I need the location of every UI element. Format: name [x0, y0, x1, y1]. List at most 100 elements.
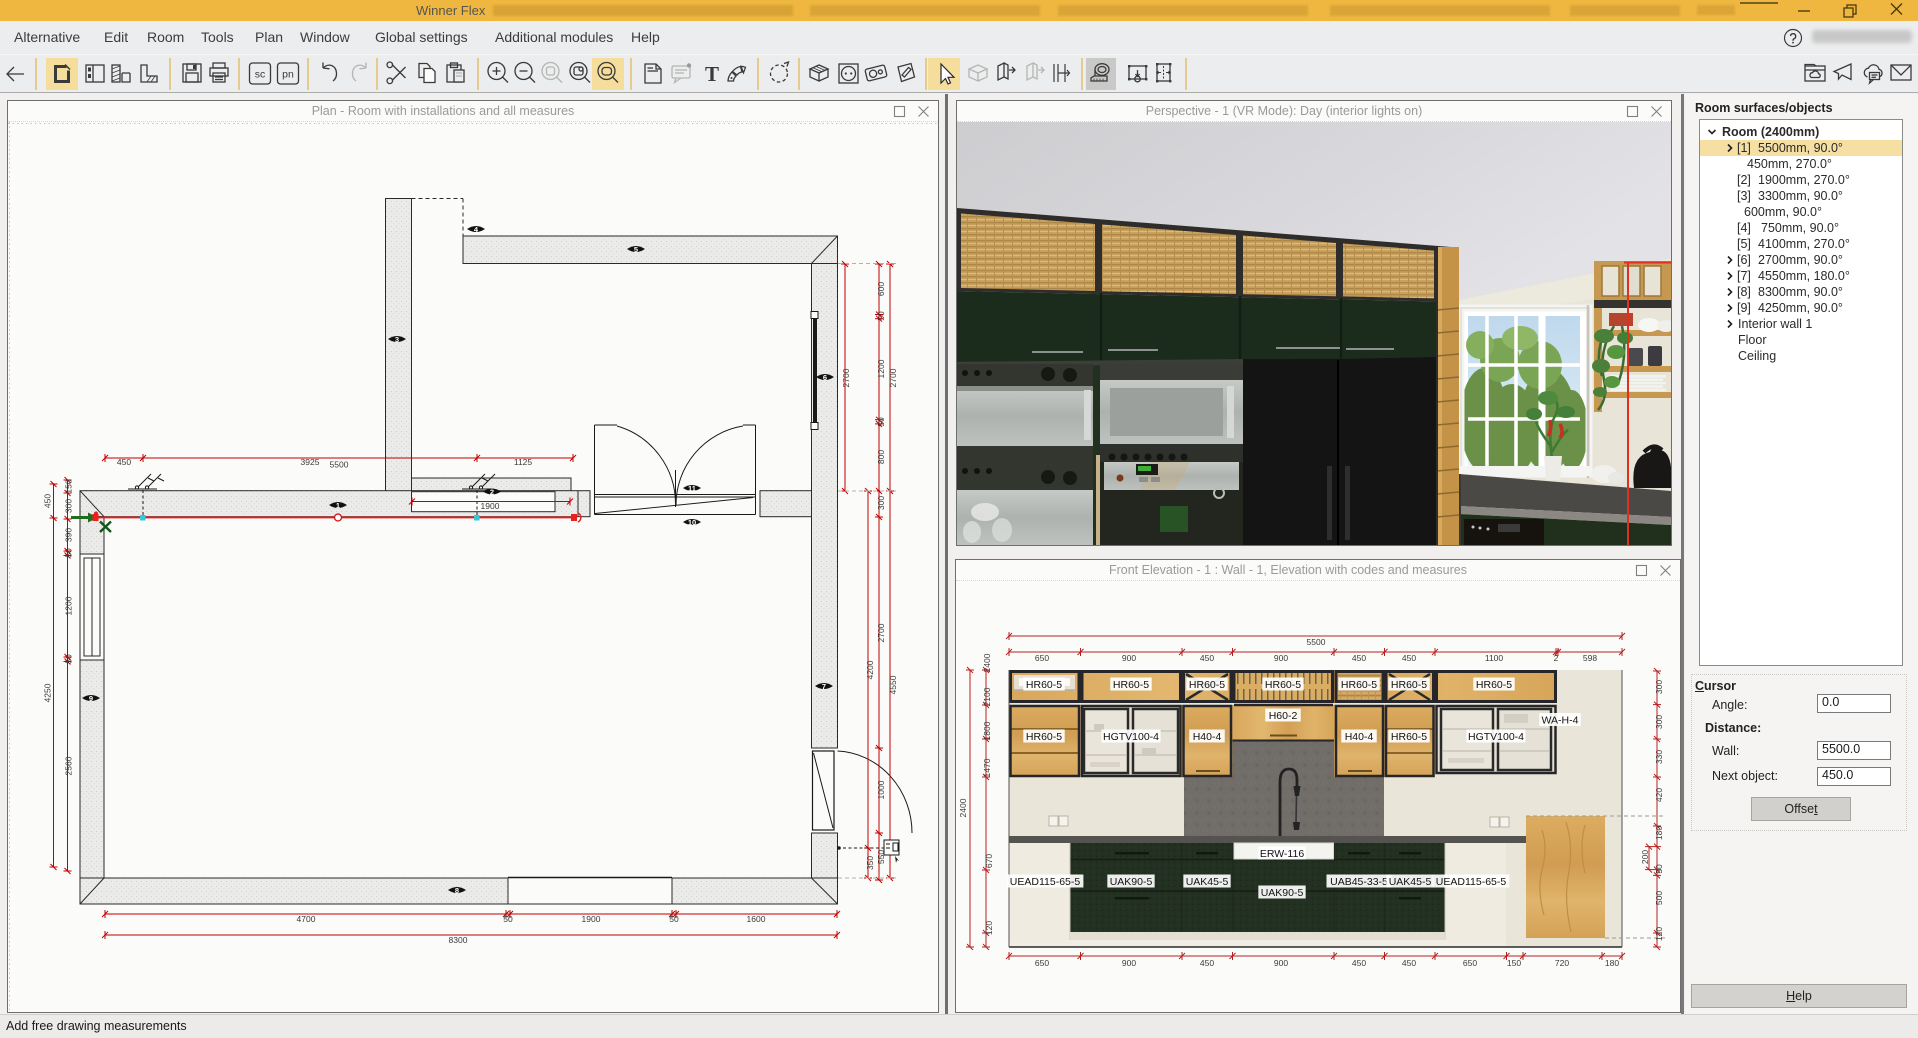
svg-text:HGTV100-4: HGTV100-4: [1103, 731, 1159, 743]
svg-text:10: 10: [688, 518, 696, 527]
svg-text:sc: sc: [255, 69, 266, 81]
svg-text:7: 7: [822, 682, 826, 691]
svg-text:598: 598: [1583, 653, 1597, 663]
svg-text:50: 50: [64, 654, 74, 664]
svg-text:ERW-116: ERW-116: [1260, 848, 1305, 860]
svg-text:8: 8: [455, 886, 459, 895]
svg-text:1200: 1200: [64, 596, 74, 615]
svg-text:8300: 8300: [449, 935, 468, 945]
svg-text:T: T: [705, 62, 719, 86]
svg-text:HR60-5: HR60-5: [1341, 679, 1377, 691]
svg-text:650: 650: [1035, 958, 1049, 968]
svg-text:900: 900: [1274, 653, 1288, 663]
svg-text:4700: 4700: [297, 914, 316, 924]
svg-text:1470: 1470: [982, 758, 992, 777]
svg-text:H40-4: H40-4: [1345, 731, 1374, 743]
svg-text:50: 50: [64, 548, 74, 558]
svg-text:450: 450: [1352, 653, 1366, 663]
svg-text:150: 150: [64, 479, 74, 493]
svg-text:3: 3: [395, 335, 399, 344]
svg-text:1: 1: [336, 501, 340, 510]
svg-text:1200: 1200: [876, 359, 886, 378]
svg-text:2700: 2700: [841, 368, 851, 387]
svg-text:UAK45-5: UAK45-5: [1186, 876, 1229, 888]
svg-text:900: 900: [1122, 653, 1136, 663]
svg-text:2: 2: [1554, 653, 1559, 663]
svg-text:HR60-5: HR60-5: [1476, 679, 1512, 691]
svg-text:330: 330: [1654, 750, 1664, 764]
svg-text:2400: 2400: [958, 798, 968, 817]
svg-text:6: 6: [823, 373, 827, 382]
svg-text:180: 180: [1654, 826, 1664, 840]
svg-text:5500: 5500: [330, 460, 349, 470]
svg-text:2: 2: [490, 487, 494, 496]
svg-text:50: 50: [669, 914, 679, 924]
svg-text:50: 50: [876, 311, 886, 321]
svg-text:2560: 2560: [64, 756, 74, 775]
svg-text:HR60-5: HR60-5: [1265, 679, 1301, 691]
svg-text:500: 500: [1654, 891, 1664, 905]
svg-text:H60-2: H60-2: [1269, 710, 1298, 722]
svg-text:H40-4: H40-4: [1193, 731, 1222, 743]
svg-text:3925: 3925: [301, 457, 320, 467]
svg-text:HR60-5: HR60-5: [1189, 679, 1225, 691]
svg-text:9: 9: [89, 694, 93, 703]
svg-text:150: 150: [1507, 958, 1521, 968]
svg-text:HR60-5: HR60-5: [1113, 679, 1149, 691]
svg-text:1000: 1000: [876, 780, 886, 799]
svg-text:450: 450: [1402, 653, 1416, 663]
svg-text:300: 300: [1654, 715, 1664, 729]
svg-text:1600: 1600: [747, 914, 766, 924]
svg-text:390: 390: [64, 528, 74, 542]
svg-text:600: 600: [876, 282, 886, 296]
svg-text:HR60-5: HR60-5: [1391, 679, 1427, 691]
svg-text:420: 420: [1654, 788, 1664, 802]
svg-text:UAK45-5: UAK45-5: [1389, 876, 1432, 888]
svg-text:450: 450: [1200, 958, 1214, 968]
svg-text:UAB45-33-5: UAB45-33-5: [1330, 876, 1388, 888]
svg-text:120: 120: [984, 921, 994, 935]
svg-text:180: 180: [1605, 958, 1619, 968]
svg-text:HR60-5: HR60-5: [1026, 679, 1062, 691]
svg-text:900: 900: [1122, 958, 1136, 968]
svg-text:300: 300: [64, 499, 74, 513]
svg-text:UEAD115-65-5: UEAD115-65-5: [1436, 876, 1507, 888]
svg-text:5: 5: [634, 245, 638, 254]
svg-text:4250: 4250: [43, 683, 53, 702]
svg-text:50: 50: [1654, 864, 1664, 874]
svg-text:350: 350: [865, 856, 875, 870]
svg-text:1800: 1800: [982, 721, 992, 740]
svg-text:450: 450: [1352, 958, 1366, 968]
svg-text:800: 800: [876, 450, 886, 464]
svg-text:4550: 4550: [888, 675, 898, 694]
svg-text:50: 50: [876, 417, 886, 427]
svg-text:200: 200: [1640, 850, 1650, 864]
svg-text:HGTV100-4: HGTV100-4: [1468, 731, 1524, 743]
svg-text:300: 300: [1654, 680, 1664, 694]
svg-text:WA-H-4: WA-H-4: [1542, 715, 1579, 727]
svg-text:120: 120: [1654, 927, 1664, 941]
svg-text:1900: 1900: [481, 501, 500, 511]
svg-text:11: 11: [688, 484, 696, 493]
svg-text:2400: 2400: [982, 653, 992, 672]
svg-text:2700: 2700: [888, 368, 898, 387]
svg-text:pn: pn: [282, 69, 294, 81]
svg-text:5500: 5500: [1307, 637, 1326, 647]
svg-text:UAK90-5: UAK90-5: [1110, 876, 1153, 888]
svg-text:4200: 4200: [865, 660, 875, 679]
svg-text:2100: 2100: [982, 687, 992, 706]
svg-text:670: 670: [984, 854, 994, 868]
svg-text:UEAD115-65-5: UEAD115-65-5: [1010, 876, 1081, 888]
svg-text:650: 650: [1035, 653, 1049, 663]
svg-text:HR60-5: HR60-5: [1391, 731, 1427, 743]
svg-text:900: 900: [1274, 958, 1288, 968]
svg-text:2700: 2700: [876, 623, 886, 642]
svg-text:1125: 1125: [514, 457, 533, 467]
svg-text:720: 720: [1555, 958, 1569, 968]
svg-text:650: 650: [1463, 958, 1477, 968]
svg-text:1100: 1100: [1485, 653, 1504, 663]
svg-text:450: 450: [117, 457, 131, 467]
svg-text:HR60-5: HR60-5: [1026, 731, 1062, 743]
svg-text:450: 450: [1200, 653, 1214, 663]
svg-text:UAK90-5: UAK90-5: [1261, 887, 1304, 899]
